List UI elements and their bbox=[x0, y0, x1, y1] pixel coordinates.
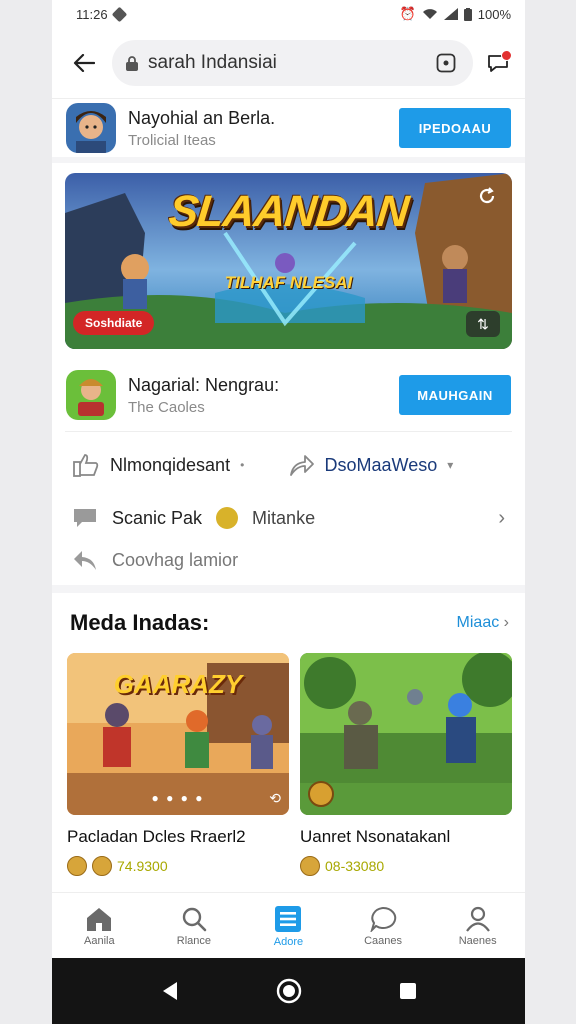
battery-icon bbox=[463, 7, 472, 21]
card-image-title: GAARAZY bbox=[113, 669, 243, 699]
chat-bubble-icon bbox=[370, 906, 397, 932]
featured-banner[interactable]: SLAANDAN TILHAF NLESAI Soshdiate ⇅ bbox=[65, 173, 512, 349]
comments-label: Scanic Pak bbox=[112, 507, 203, 528]
card-badge-icon bbox=[308, 781, 334, 807]
expand-icon: ⇅ bbox=[477, 315, 489, 332]
card-refresh-icon[interactable]: ⟲ bbox=[269, 790, 281, 807]
app-top-action-button[interactable]: IPEDOAAU bbox=[399, 108, 511, 148]
battery-level: 100% bbox=[477, 6, 511, 22]
list-icon bbox=[275, 905, 302, 932]
thumbs-up-icon bbox=[73, 454, 99, 477]
recents-square-icon[interactable] bbox=[399, 982, 417, 1000]
share-icon bbox=[289, 455, 314, 476]
back-triangle-icon[interactable] bbox=[161, 981, 179, 1001]
home-circle-icon[interactable] bbox=[276, 978, 302, 1004]
like-action[interactable]: Nlmonqidesant • bbox=[72, 452, 289, 478]
search-bar[interactable] bbox=[112, 40, 473, 86]
app-subtitle-top: Trolicial Iteas bbox=[128, 131, 216, 149]
chevron-right-icon[interactable]: › bbox=[498, 507, 505, 530]
nav-item-home[interactable]: Aanila bbox=[52, 893, 147, 959]
coming-label: Coovhag lamior bbox=[112, 549, 239, 570]
card-meta: 08-33080 bbox=[300, 856, 512, 876]
game-card[interactable]: Uanret Nsonatakanl 08-33080 bbox=[300, 653, 512, 876]
status-time: 11:26 bbox=[76, 6, 108, 22]
home-icon bbox=[87, 907, 112, 931]
section-more-label: Miaac bbox=[456, 614, 500, 631]
nav-label: Caanes bbox=[364, 934, 403, 947]
comments-row[interactable]: Scanic Pak Mitanke › bbox=[52, 498, 525, 538]
user-icon bbox=[465, 906, 490, 932]
banner-refresh-button[interactable] bbox=[474, 183, 500, 209]
card-title: Uanret Nsonatakanl bbox=[300, 827, 451, 846]
search-icon bbox=[182, 907, 207, 931]
action-row: Nlmonqidesant • DsoMaaWeso ▾ bbox=[52, 432, 525, 498]
emoji-icon bbox=[216, 507, 239, 529]
camera-search-button[interactable] bbox=[431, 48, 461, 78]
reply-icon bbox=[74, 551, 96, 570]
wifi-icon bbox=[422, 9, 437, 19]
system-navigation-bar bbox=[52, 958, 525, 1024]
arrow-left-icon bbox=[73, 54, 95, 72]
banner-badge[interactable]: Soshdiate bbox=[73, 311, 155, 335]
card-image: GAARAZY ● ● ● ● ⟲ bbox=[67, 653, 289, 815]
card-title: Pacladan Dcles Rraerl2 bbox=[67, 827, 246, 846]
app-featured-action-button[interactable]: MAUHGAIN bbox=[399, 375, 511, 415]
status-bar: 11:26 ⏰ 100% bbox=[52, 0, 525, 28]
dot-separator: • bbox=[240, 458, 245, 472]
app-row-top[interactable]: Nayohial an Berla. Trolicial Iteas IPEDO… bbox=[52, 99, 525, 163]
refresh-icon bbox=[479, 187, 495, 204]
app-row-featured[interactable]: Nagarial: Nengrau: The Caoles MAUHGAIN bbox=[52, 359, 525, 431]
coin-icon bbox=[92, 856, 112, 876]
card-image bbox=[300, 653, 512, 815]
lock-icon bbox=[126, 55, 138, 71]
chevron-down-icon[interactable]: ▾ bbox=[447, 458, 453, 472]
top-bar bbox=[52, 28, 525, 99]
card-meta-value: 74.9300 bbox=[117, 858, 168, 874]
section-more-link[interactable]: Miaac › bbox=[457, 614, 509, 632]
section-separator bbox=[52, 585, 525, 593]
app-subtitle-featured: The Caoles bbox=[128, 398, 205, 416]
nav-label: Adore bbox=[273, 935, 304, 948]
nav-label: Naenes bbox=[458, 934, 497, 947]
carousel-dots: ● ● ● ● bbox=[151, 791, 205, 805]
banner-subtitle: TILHAF NLESAI bbox=[224, 273, 353, 292]
notification-status-icon bbox=[111, 6, 127, 22]
comments-extra: Mitanke bbox=[252, 507, 316, 528]
app-title-top: Nayohial an Berla. bbox=[128, 107, 276, 128]
card-meta-value: 08-33080 bbox=[325, 858, 385, 874]
coming-row[interactable]: Coovhag lamior bbox=[52, 540, 525, 580]
banner-title: SLAANDAN bbox=[166, 187, 411, 236]
nav-item-profile[interactable]: Naenes bbox=[430, 893, 525, 959]
coin-icon bbox=[300, 856, 320, 876]
share-action-label: DsoMaaWeso bbox=[324, 454, 438, 475]
app-icon-featured bbox=[66, 370, 116, 420]
signal-icon bbox=[443, 8, 458, 20]
messages-button[interactable] bbox=[483, 48, 513, 78]
game-card[interactable]: GAARAZY ● ● ● ● ⟲ Pacladan Dcles Rraerl2… bbox=[67, 653, 289, 876]
nav-item-menu[interactable]: Adore bbox=[241, 893, 336, 959]
nav-label: Aanila bbox=[84, 934, 115, 947]
section-title: Meda Inadas: bbox=[70, 610, 210, 635]
alarm-icon: ⏰ bbox=[399, 6, 416, 21]
comment-icon bbox=[74, 509, 96, 527]
notification-badge bbox=[501, 50, 512, 61]
nav-item-search[interactable]: Rlance bbox=[147, 893, 242, 959]
nav-item-messages[interactable]: Caanes bbox=[336, 893, 431, 959]
nav-label: Rlance bbox=[176, 934, 212, 947]
phone-screen: 11:26 ⏰ 100% sarah Indansiai Nayohial an… bbox=[52, 0, 525, 1024]
chevron-right-icon: › bbox=[503, 614, 509, 631]
like-action-label: Nlmonqidesant bbox=[110, 454, 231, 475]
bottom-navigation: Aanila Rlance Adore Caanes Naenes bbox=[52, 892, 525, 959]
app-icon-top bbox=[66, 103, 116, 153]
banner-expand-button[interactable]: ⇅ bbox=[466, 311, 500, 337]
coin-icon bbox=[67, 856, 87, 876]
app-title-featured: Nagarial: Nengrau: bbox=[128, 374, 280, 395]
share-action[interactable]: DsoMaaWeso ▾ bbox=[289, 453, 506, 477]
search-input[interactable] bbox=[146, 51, 423, 75]
card-list: GAARAZY ● ● ● ● ⟲ Pacladan Dcles Rraerl2… bbox=[52, 653, 525, 876]
back-button[interactable] bbox=[66, 45, 102, 81]
card-meta: 74.9300 bbox=[67, 856, 289, 876]
camera-icon bbox=[436, 53, 456, 73]
section-header: Meda Inadas: Miaac › bbox=[52, 593, 525, 653]
